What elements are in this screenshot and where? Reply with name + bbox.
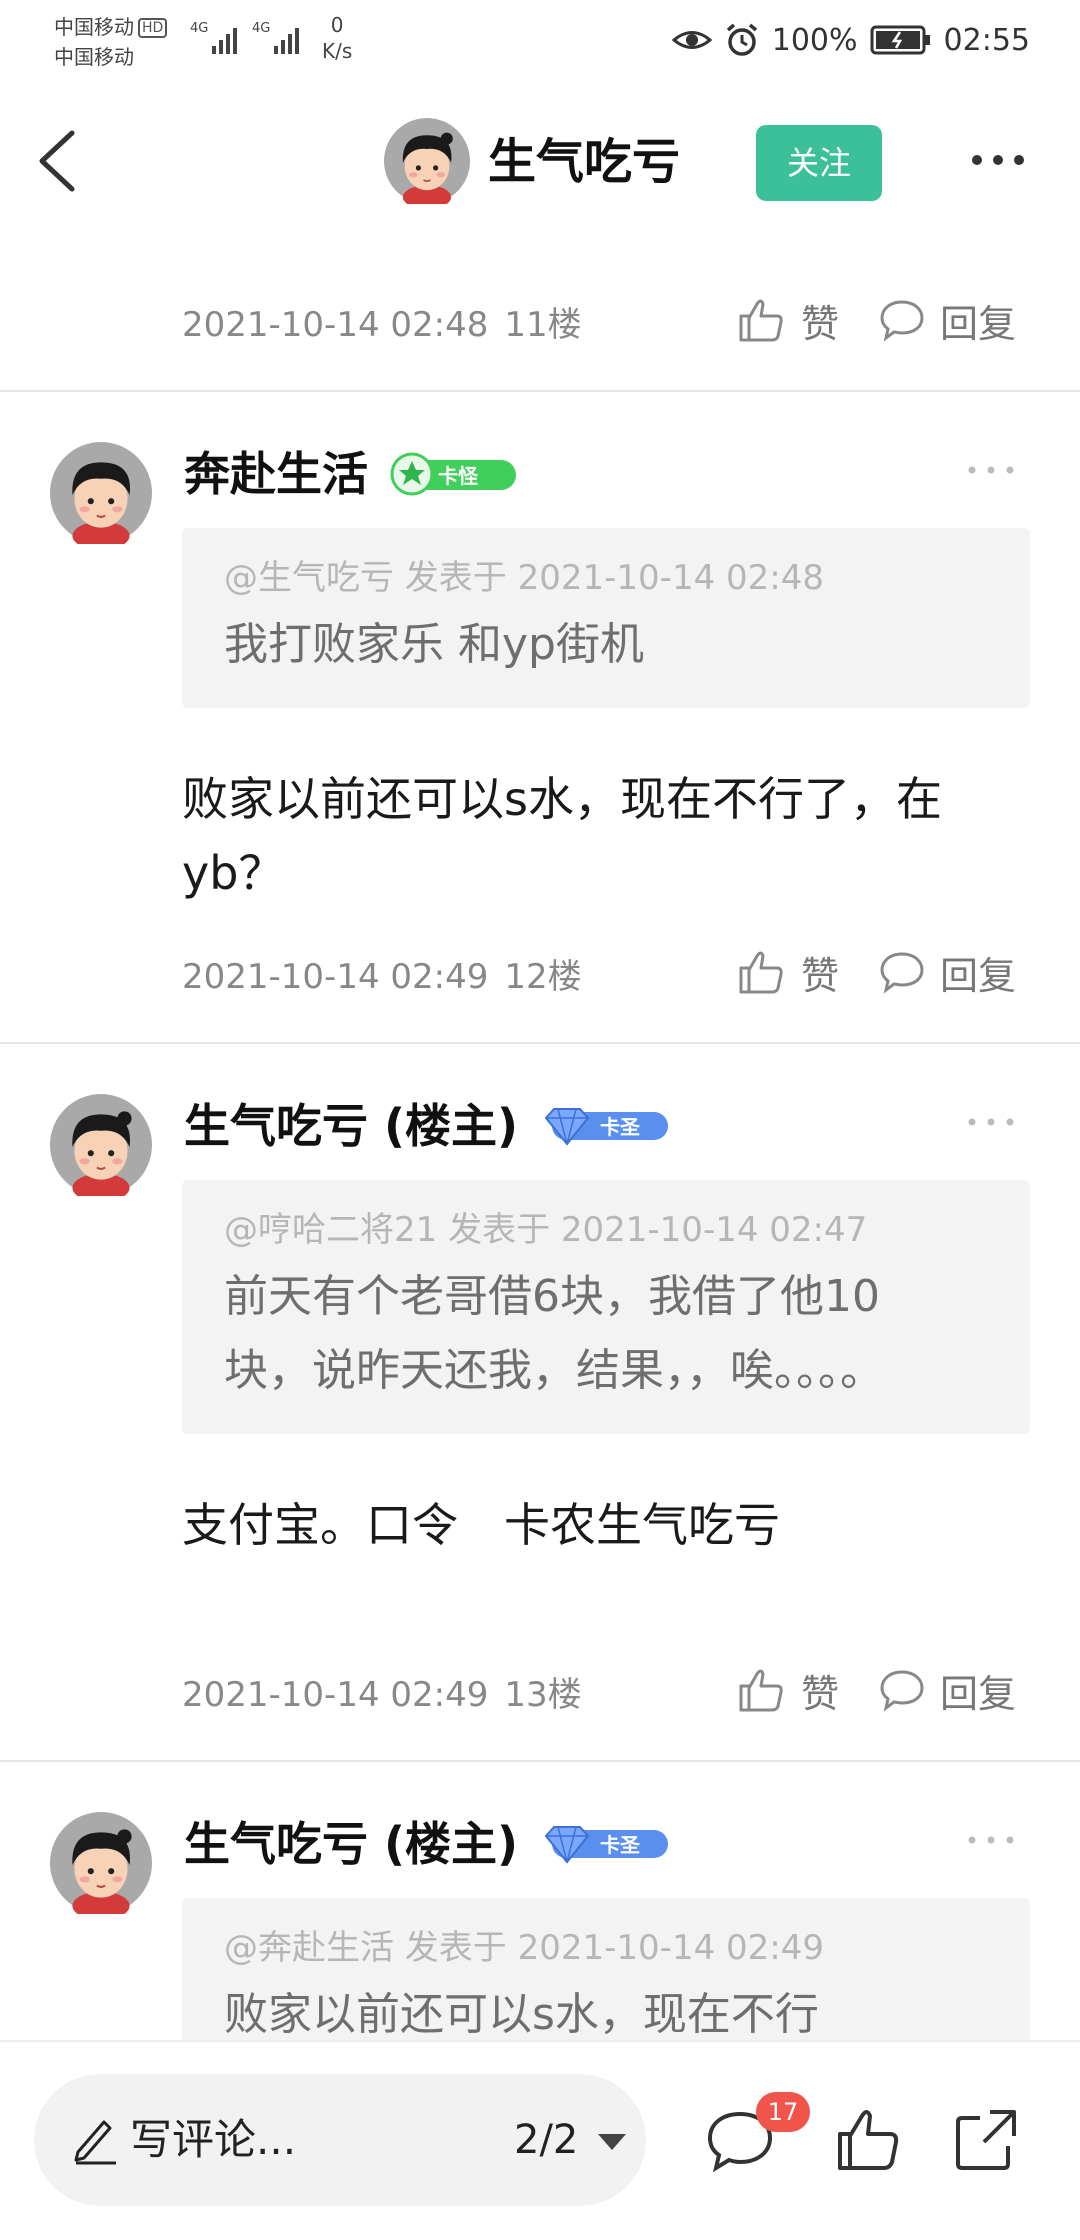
post-username[interactable]: 生气吃亏 (楼主) [184, 1094, 518, 1158]
post-username-row: 生气吃亏 (楼主) 卡圣 [184, 1094, 670, 1158]
net-2-label: 4G [252, 21, 270, 36]
diamond-badge-icon: 卡圣 [544, 1108, 669, 1146]
status-bar: 中国移动 HD 中国移动 4G 4G 0 K/s 100% 02:55 [0, 0, 1080, 80]
reply-button[interactable]: 回复 [878, 942, 1016, 1002]
like-label: 赞 [801, 953, 840, 998]
post-meta-text: 2021-10-14 02:48 11楼 [182, 300, 582, 350]
thumbs-up-icon [739, 299, 783, 342]
post-meta-11: 2021-10-14 02:48 11楼 赞 回复 [0, 290, 1080, 360]
back-button[interactable] [30, 125, 90, 195]
quoted-post[interactable]: @奔赴生活 发表于 2021-10-14 02:49 败家以前还可以s水，现在不… [182, 1898, 1030, 2040]
post-more-icon[interactable] [966, 1112, 1016, 1132]
post-meta-text: 2021-10-14 02:49 12楼 [182, 952, 582, 1002]
pen-icon [74, 2120, 116, 2165]
level-badge: 卡圣 [540, 1106, 670, 1146]
divider [0, 1760, 1080, 1762]
reply-button[interactable]: 回复 [878, 290, 1016, 350]
quoted-post[interactable]: @哼哈二将21 发表于 2021-10-14 02:47 前天有个老哥借6块，我… [182, 1180, 1030, 1434]
status-right: 100% 02:55 [671, 18, 1030, 62]
post-username-row: 奔赴生活 卡怪 [184, 442, 518, 506]
like-label: 赞 [801, 1671, 840, 1716]
carrier-1: 中国移动 [54, 15, 134, 39]
reply-label: 回复 [940, 953, 1017, 998]
badge-label: 卡圣 [600, 1115, 641, 1139]
post-date: 2021-10-14 02:49 [182, 1675, 489, 1715]
header-username[interactable]: 生气吃亏 [488, 130, 680, 194]
signal-2-icon: 4G [252, 21, 299, 54]
diamond-badge-icon: 卡圣 [544, 1826, 669, 1864]
level-badge: 卡怪 [390, 452, 518, 496]
alarm-icon [726, 23, 757, 56]
badge-label: 卡怪 [438, 464, 479, 488]
eye-icon [671, 31, 712, 49]
reply-button[interactable]: 回复 [878, 1660, 1016, 1720]
quoted-post[interactable]: @生气吃亏 发表于 2021-10-14 02:48 我打败家乐 和yp街机 [182, 528, 1030, 708]
bottom-action-bar: 写评论... 2/2 17 [0, 2040, 1080, 2240]
post-more-icon[interactable] [966, 460, 1016, 480]
speed-unit: K/s [322, 39, 353, 63]
badge-label: 卡圣 [600, 1833, 641, 1857]
post-username[interactable]: 生气吃亏 (楼主) [184, 1812, 518, 1876]
post-date: 2021-10-14 02:49 [182, 957, 489, 997]
reply-label: 回复 [940, 301, 1017, 346]
net-1-label: 4G [190, 21, 208, 36]
quote-header: @哼哈二将21 发表于 2021-10-14 02:47 [224, 1210, 868, 1250]
header-avatar[interactable] [384, 118, 470, 204]
thumbs-up-icon[interactable] [832, 2104, 904, 2176]
signal-1-icon: 4G [190, 21, 237, 54]
like-button[interactable]: 赞 [735, 1660, 839, 1720]
user-avatar[interactable] [50, 442, 152, 544]
post-floor: 13楼 [504, 1675, 582, 1715]
quote-body: 败家以前还可以s水，现在不行 [224, 1989, 819, 2040]
user-avatar[interactable] [50, 1812, 152, 1914]
post-more-icon[interactable] [966, 1830, 1016, 1850]
divider [0, 1042, 1080, 1044]
quote-header: @奔赴生活 发表于 2021-10-14 02:49 [224, 1928, 824, 1968]
quote-header: @生气吃亏 发表于 2021-10-14 02:48 [224, 558, 824, 598]
post-date: 2021-10-14 02:48 [182, 305, 489, 345]
carrier-info: 中国移动 HD 中国移动 [54, 12, 168, 72]
chevron-down-icon[interactable] [594, 2130, 630, 2154]
carrier-2: 中国移动 [54, 45, 134, 69]
post-body: 败家以前还可以s水，现在不行了，在yb？ [182, 772, 942, 900]
level-badge: 卡圣 [540, 1824, 670, 1864]
post-meta-13: 2021-10-14 02:49 13楼 赞 回复 [0, 1660, 1080, 1730]
like-button[interactable]: 赞 [735, 290, 839, 350]
more-options-icon[interactable] [968, 140, 1028, 180]
user-avatar[interactable] [50, 1094, 152, 1196]
thread-content: 2021-10-14 02:48 11楼 赞 回复 奔赴生活 卡怪 @生气吃亏 … [0, 240, 1080, 2040]
thumbs-up-icon [739, 1669, 783, 1712]
post-floor: 12楼 [504, 957, 582, 997]
network-speed: 0 K/s [322, 12, 352, 64]
quote-body: 我打败家乐 和yp街机 [224, 619, 644, 670]
speed-value: 0 [330, 13, 344, 37]
comment-icon [880, 1670, 924, 1712]
thumbs-up-icon [739, 951, 783, 994]
follow-button[interactable]: 关注 [756, 125, 882, 201]
post-floor: 11楼 [504, 305, 582, 345]
hd-icon: HD [138, 18, 168, 38]
post-username[interactable]: 奔赴生活 [184, 442, 368, 506]
battery-percent: 100% [771, 22, 858, 58]
reply-label: 回复 [940, 1671, 1017, 1716]
like-label: 赞 [801, 301, 840, 346]
comment-input[interactable]: 写评论... 2/2 [34, 2074, 646, 2206]
star-badge-icon: 卡怪 [390, 452, 516, 496]
post-meta-text: 2021-10-14 02:49 13楼 [182, 1670, 582, 1720]
quote-body: 前天有个老哥借6块，我借了他10块，说昨天还我，结果，，唉。。。。 [224, 1271, 884, 1396]
share-icon[interactable] [950, 2104, 1022, 2176]
post-username-row: 生气吃亏 (楼主) 卡圣 [184, 1812, 670, 1876]
clock: 02:55 [943, 22, 1030, 58]
post-meta-12: 2021-10-14 02:49 12楼 赞 回复 [0, 942, 1080, 1012]
comment-placeholder: 写评论... [130, 2115, 297, 2164]
comment-icon [880, 952, 924, 994]
comment-icon [880, 300, 924, 342]
page-indicator[interactable]: 2/2 [514, 2108, 578, 2172]
post-body: 支付宝。口令 卡农生气吃亏 [182, 1498, 780, 1552]
like-button[interactable]: 赞 [735, 942, 839, 1002]
battery-icon [870, 25, 930, 55]
comment-count-badge: 17 [756, 2092, 810, 2132]
divider [0, 390, 1080, 392]
thread-header: 生气吃亏 关注 [0, 80, 1080, 240]
